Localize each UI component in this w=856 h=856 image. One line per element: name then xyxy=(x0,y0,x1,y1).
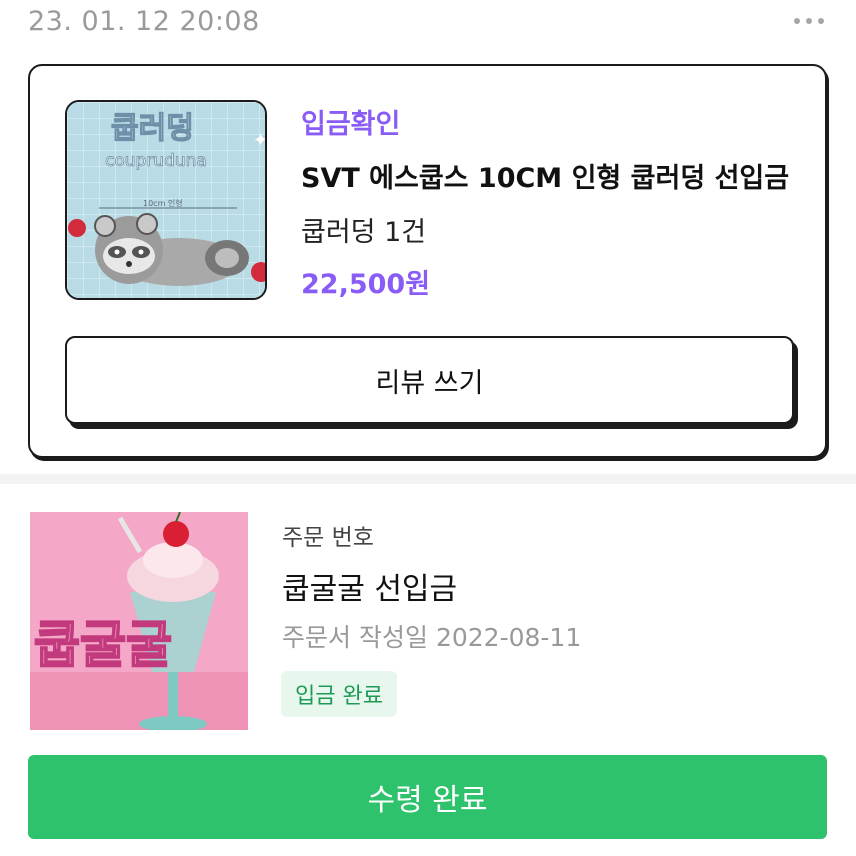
post-date: 23. 01. 12 20:08 xyxy=(28,6,260,37)
order-created-value: 2022-08-11 xyxy=(435,623,582,652)
receive-complete-button[interactable]: 수령 완료 xyxy=(28,755,827,839)
order-card: 쿱러덩 coupruduna ✦ 10cm 인형 입금확인 SVT 에스쿱스 1… xyxy=(28,64,827,458)
product-option: 쿱러덩 1건 xyxy=(301,217,427,248)
payment-status-badge: 입금 완료 xyxy=(281,671,397,717)
deposit-status-label: 입금확인 xyxy=(301,109,401,140)
order-created-date: 주문서 작성일 2022-08-11 xyxy=(282,618,581,654)
write-review-button[interactable]: 리뷰 쓰기 xyxy=(65,336,794,424)
order-created-label: 주문서 작성일 xyxy=(282,623,428,652)
svg-text:✦: ✦ xyxy=(253,130,267,151)
product-price: 22,500원 xyxy=(301,269,431,300)
section-divider xyxy=(0,474,856,484)
thumb-caption: 10cm 인형 xyxy=(143,198,183,208)
order-thumbnail[interactable]: 쿱굴굴 xyxy=(30,512,248,730)
more-options-icon[interactable] xyxy=(794,18,824,24)
thumb-title: 쿱러덩 xyxy=(111,111,194,146)
product-name: SVT 에스쿱스 10CM 인형 쿱러덩 선입금 xyxy=(301,163,790,194)
order-thumb-text: 쿱굴굴 xyxy=(34,616,172,674)
order-title: 쿱굴굴 선입금 xyxy=(282,572,458,607)
thumb-subtitle: coupruduna xyxy=(105,151,207,171)
order-number-label: 주문 번호 xyxy=(282,525,374,551)
product-thumbnail[interactable]: 쿱러덩 coupruduna ✦ 10cm 인형 xyxy=(65,100,267,300)
order-page: 23. 01. 12 20:08 쿱러덩 coupruduna ✦ 10cm 인… xyxy=(0,0,856,856)
